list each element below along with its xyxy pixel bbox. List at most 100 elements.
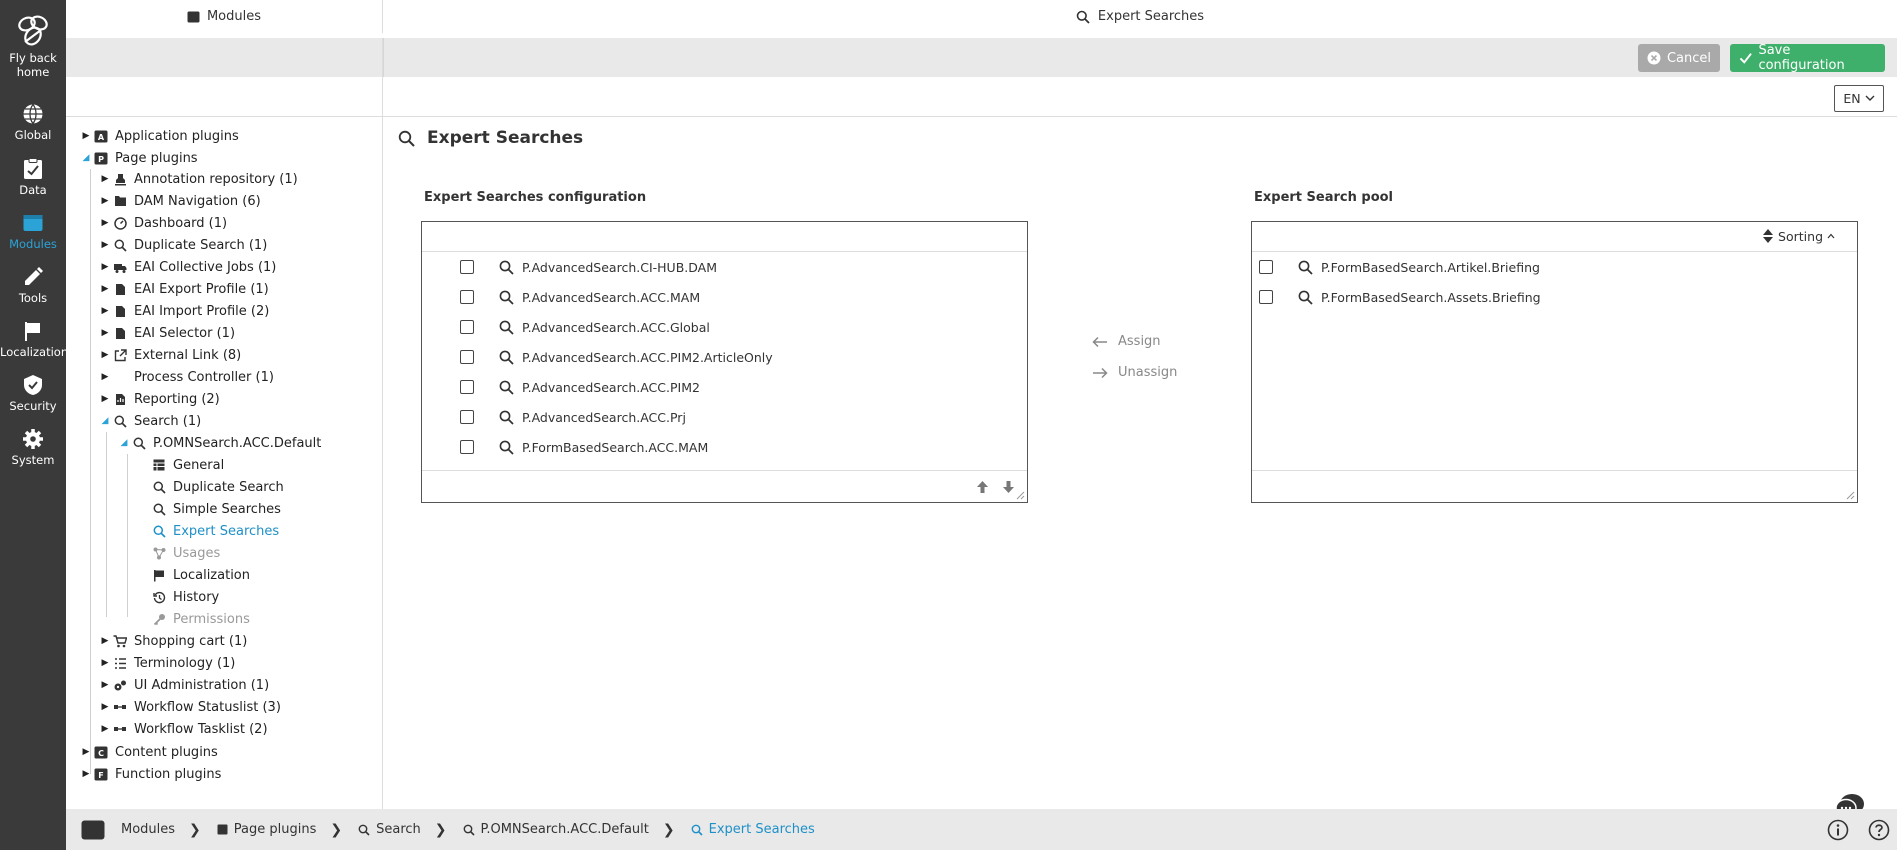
tree-item-annotation-repository[interactable]: ▶ Annotation repository (1) bbox=[98, 168, 298, 190]
tree-item-duplicate-search[interactable]: ▶ Duplicate Search (1) bbox=[98, 234, 268, 256]
expand-icon[interactable]: ▶ bbox=[98, 240, 112, 250]
tree-item-reporting[interactable]: ▶ Reporting (2) bbox=[98, 388, 220, 410]
item-checkbox[interactable] bbox=[460, 440, 474, 454]
tree-item-workflow-tasklist[interactable]: ▶ Workflow Tasklist (2) bbox=[98, 718, 268, 740]
breadcrumb-item-omnsearch-default[interactable]: P.OMNSearch.ACC.Default bbox=[463, 822, 649, 837]
list-item[interactable]: P.AdvancedSearch.ACC.PIM2.ArticleOnly bbox=[422, 342, 1027, 372]
item-checkbox[interactable] bbox=[460, 260, 474, 274]
list-item[interactable]: P.AdvancedSearch.ACC.PIM2 bbox=[422, 372, 1027, 402]
sorting-button[interactable]: Sorting bbox=[1762, 228, 1835, 244]
tree-item-external-link[interactable]: ▶ External Link (8) bbox=[98, 344, 242, 366]
tree-item-application-plugins[interactable]: ▶ A Application plugins bbox=[79, 125, 239, 147]
info-icon[interactable] bbox=[1827, 819, 1849, 841]
item-checkbox[interactable] bbox=[1259, 290, 1273, 304]
resize-handle-icon[interactable] bbox=[1845, 490, 1855, 500]
expand-icon[interactable]: ▶ bbox=[98, 262, 112, 272]
expand-icon[interactable]: ▶ bbox=[98, 218, 112, 228]
move-up-icon[interactable] bbox=[976, 480, 989, 494]
rail-item-tools[interactable]: Tools bbox=[0, 266, 66, 305]
unassign-button[interactable]: Unassign bbox=[1092, 365, 1177, 380]
tree-item-dam-navigation[interactable]: ▶ DAM Navigation (6) bbox=[98, 190, 261, 212]
tree-item-process-controller[interactable]: ▶ Process Controller (1) bbox=[98, 366, 274, 388]
tree-item-duplicate-search-sub[interactable]: Duplicate Search bbox=[151, 476, 284, 498]
tree-item-ui-administration[interactable]: ▶ UI Administration (1) bbox=[98, 674, 270, 696]
rail-item-security[interactable]: Security bbox=[0, 374, 66, 413]
expand-icon[interactable]: ▶ bbox=[98, 680, 112, 690]
item-checkbox[interactable] bbox=[1259, 260, 1273, 274]
modules-header-title: Modules bbox=[206, 9, 262, 24]
expand-icon[interactable]: ▶ bbox=[98, 372, 112, 382]
breadcrumb-item-modules[interactable]: Modules bbox=[81, 820, 175, 840]
tree-item-search[interactable]: ◢ Search (1) bbox=[98, 410, 202, 432]
item-checkbox[interactable] bbox=[460, 380, 474, 394]
rail-item-localization[interactable]: Localization bbox=[0, 320, 68, 359]
collapse-icon[interactable]: ◢ bbox=[117, 438, 131, 448]
list-item[interactable]: P.AdvancedSearch.ACC.Prj bbox=[422, 402, 1027, 432]
rail-item-data[interactable]: Data bbox=[0, 158, 66, 197]
expand-icon[interactable]: ▶ bbox=[98, 174, 112, 184]
list-item[interactable]: P.FormBasedSearch.Assets.Briefing bbox=[1252, 282, 1857, 312]
tree-item-eai-import-profile[interactable]: ▶ EAI Import Profile (2) bbox=[98, 300, 270, 322]
rail-label-security: Security bbox=[9, 399, 57, 413]
breadcrumb-item-expert-searches[interactable]: Expert Searches bbox=[691, 822, 815, 837]
fly-back-home-button[interactable]: Fly back home bbox=[0, 12, 66, 79]
tree-item-shopping-cart[interactable]: ▶ Shopping cart (1) bbox=[98, 630, 248, 652]
tree-item-terminology[interactable]: ▶ Terminology (1) bbox=[98, 652, 236, 674]
tree-item-page-plugins[interactable]: ◢ P Page plugins bbox=[79, 147, 198, 169]
list-item[interactable]: P.AdvancedSearch.ACC.Global bbox=[422, 312, 1027, 342]
list-item[interactable]: P.AdvancedSearch.CI-HUB.DAM bbox=[422, 252, 1027, 282]
help-icon[interactable] bbox=[1868, 819, 1890, 841]
expand-icon[interactable]: ▶ bbox=[98, 328, 112, 338]
tree-item-permissions[interactable]: Permissions bbox=[151, 608, 250, 630]
language-select[interactable]: EN bbox=[1834, 85, 1884, 112]
tree-item-eai-export-profile[interactable]: ▶ EAI Export Profile (1) bbox=[98, 278, 269, 300]
expand-icon[interactable]: ▶ bbox=[79, 131, 93, 141]
expand-icon[interactable]: ▶ bbox=[98, 284, 112, 294]
rail-item-system[interactable]: System bbox=[0, 428, 66, 467]
tree-item-eai-collective-jobs[interactable]: ▶ EAI Collective Jobs (1) bbox=[98, 256, 277, 278]
item-checkbox[interactable] bbox=[460, 290, 474, 304]
rail-item-modules[interactable]: Modules bbox=[0, 212, 66, 251]
cancel-button[interactable]: Cancel bbox=[1638, 44, 1720, 72]
tree-item-expert-searches[interactable]: Expert Searches bbox=[151, 520, 279, 542]
arrow-right-icon bbox=[1093, 367, 1108, 378]
tree-label: UI Administration (1) bbox=[134, 677, 270, 693]
tree-item-history[interactable]: History bbox=[151, 586, 219, 608]
tree-item-eai-selector[interactable]: ▶ EAI Selector (1) bbox=[98, 322, 236, 344]
item-checkbox[interactable] bbox=[460, 410, 474, 424]
breadcrumb-item-page-plugins[interactable]: Page plugins bbox=[217, 822, 316, 837]
assign-button[interactable]: Assign bbox=[1092, 334, 1161, 349]
resize-handle-icon[interactable] bbox=[1015, 490, 1025, 500]
tree-item-function-plugins[interactable]: ▶ F Function plugins bbox=[79, 763, 222, 785]
tree-item-localization[interactable]: Localization bbox=[151, 564, 250, 586]
expand-icon[interactable]: ▶ bbox=[98, 724, 112, 734]
save-configuration-button[interactable]: Save configuration bbox=[1730, 43, 1885, 73]
tree-item-general[interactable]: General bbox=[151, 454, 224, 476]
breadcrumb-item-search[interactable]: Search bbox=[358, 822, 421, 837]
item-checkbox[interactable] bbox=[460, 350, 474, 364]
list-item[interactable]: P.FormBasedSearch.ACC.MAM bbox=[422, 432, 1027, 462]
tree-item-dashboard[interactable]: ▶ Dashboard (1) bbox=[98, 212, 228, 234]
collapse-icon[interactable]: ◢ bbox=[79, 153, 93, 163]
tree-item-omnsearch-default[interactable]: ◢ P.OMNSearch.ACC.Default bbox=[117, 432, 322, 454]
tree-item-workflow-statuslist[interactable]: ▶ Workflow Statuslist (3) bbox=[98, 696, 281, 718]
expand-icon[interactable]: ▶ bbox=[79, 769, 93, 779]
move-down-icon[interactable] bbox=[1002, 480, 1015, 494]
expand-icon[interactable]: ▶ bbox=[79, 747, 93, 757]
list-item[interactable]: P.FormBasedSearch.Artikel.Briefing bbox=[1252, 252, 1857, 282]
collapse-icon[interactable]: ◢ bbox=[98, 416, 112, 426]
expand-icon[interactable]: ▶ bbox=[98, 658, 112, 668]
list-item[interactable]: P.AdvancedSearch.ACC.MAM bbox=[422, 282, 1027, 312]
expand-icon[interactable]: ▶ bbox=[98, 636, 112, 646]
tree-item-content-plugins[interactable]: ▶ C Content plugins bbox=[79, 741, 218, 763]
expand-icon[interactable]: ▶ bbox=[98, 394, 112, 404]
expand-icon[interactable]: ▶ bbox=[98, 306, 112, 316]
tree-label: Usages bbox=[173, 545, 221, 561]
expand-icon[interactable]: ▶ bbox=[98, 196, 112, 206]
expand-icon[interactable]: ▶ bbox=[98, 702, 112, 712]
rail-item-global[interactable]: Global bbox=[0, 103, 66, 142]
tree-item-simple-searches[interactable]: Simple Searches bbox=[151, 498, 281, 520]
expand-icon[interactable]: ▶ bbox=[98, 350, 112, 360]
tree-item-usages[interactable]: Usages bbox=[151, 542, 220, 564]
item-checkbox[interactable] bbox=[460, 320, 474, 334]
